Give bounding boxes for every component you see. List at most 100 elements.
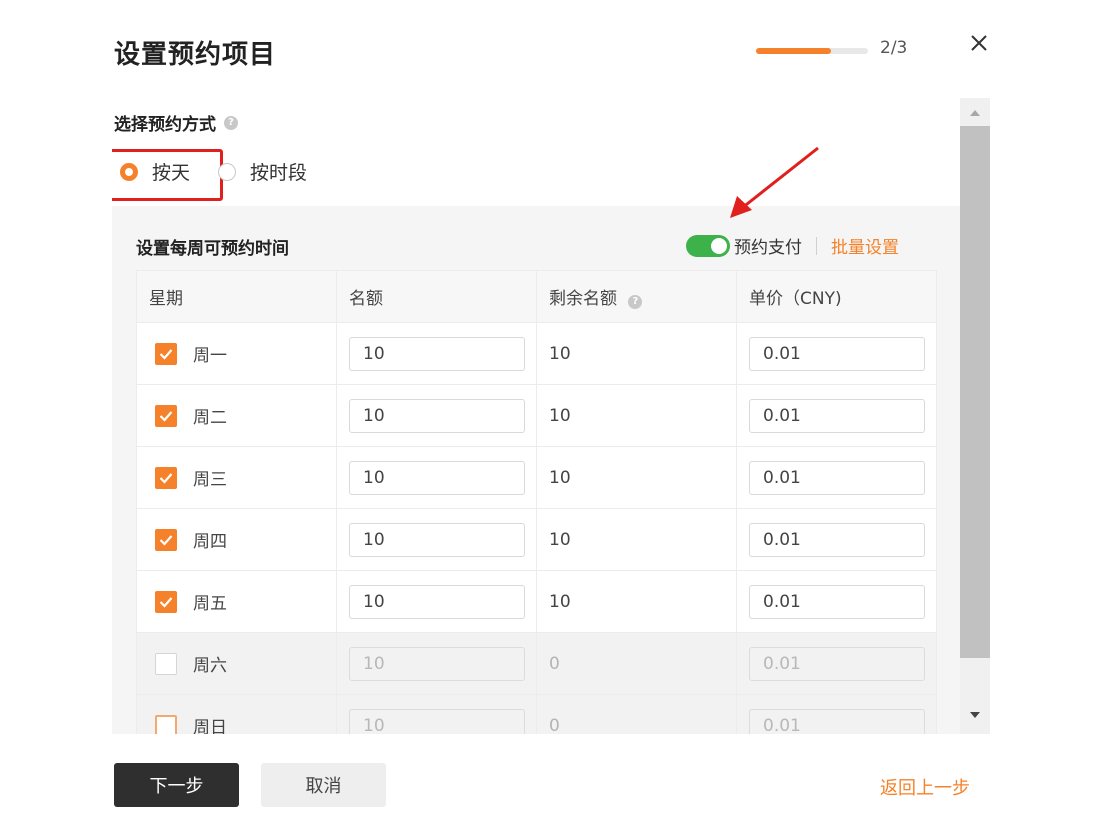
- day-cell-content: 周二: [149, 403, 336, 428]
- quota-cell: 10: [336, 322, 537, 385]
- dialog-title: 设置预约项目: [114, 40, 277, 70]
- remaining-cell: 10: [536, 508, 737, 571]
- price-input: 0.01: [749, 646, 925, 681]
- step-progress-fill: [756, 48, 832, 54]
- checkbox-checked-icon[interactable]: [155, 528, 177, 551]
- day-label: 周二: [193, 408, 227, 428]
- scroll-down-icon[interactable]: [970, 712, 980, 718]
- quota-cell: 10: [336, 384, 537, 447]
- column-header-remaining-text: 剩余名额: [549, 289, 617, 309]
- day-cell-content: 周四: [149, 527, 336, 552]
- table-row: 周二 10 10 0.01: [136, 384, 937, 447]
- step-progress-bar: [756, 48, 868, 54]
- radio-by-day[interactable]: 按天: [120, 158, 190, 185]
- weekly-schedule-panel: 设置每周可预约时间 预约支付 批量设置 星期 名额 剩余名额 ? 单价（CNY)…: [112, 206, 960, 734]
- quota-cell: 10: [336, 446, 537, 509]
- price-cell: 0.01: [736, 384, 937, 447]
- day-cell: 周三: [136, 446, 337, 509]
- scroll-up-icon[interactable]: [970, 110, 980, 116]
- divider: [816, 236, 817, 255]
- price-input[interactable]: 0.01: [749, 398, 925, 433]
- radio-by-timeslot-label: 按时段: [250, 162, 308, 184]
- checkbox-checked-icon[interactable]: [155, 404, 177, 427]
- day-label: 周五: [193, 594, 227, 614]
- column-header-quota: 名额: [336, 270, 537, 323]
- column-header-price: 单价（CNY): [736, 270, 937, 323]
- table-row: 周五 10 10 0.01: [136, 570, 937, 633]
- quota-cell: 10: [336, 632, 537, 695]
- quota-cell: 10: [336, 694, 537, 734]
- booking-mode-radio-group: 按天 按时段: [120, 158, 307, 185]
- step-indicator: 2/3: [880, 38, 908, 58]
- table-row: 周六 10 0 0.01: [136, 632, 937, 695]
- close-icon[interactable]: [966, 30, 992, 56]
- day-label: 周四: [193, 532, 227, 552]
- table-header-row: 星期 名额 剩余名额 ? 单价（CNY): [136, 270, 937, 323]
- booking-mode-label: 选择预约方式 ?: [114, 110, 238, 135]
- price-cell: 0.01: [736, 322, 937, 385]
- price-cell: 0.01: [736, 694, 937, 734]
- day-cell-content: 周一: [149, 341, 336, 366]
- next-step-button[interactable]: 下一步: [114, 763, 239, 807]
- checkbox-unchecked-icon[interactable]: [155, 714, 177, 734]
- table-row: 周三 10 10 0.01: [136, 446, 937, 509]
- checkbox-checked-icon[interactable]: [155, 466, 177, 489]
- quota-input[interactable]: 10: [349, 398, 525, 433]
- price-input[interactable]: 0.01: [749, 460, 925, 495]
- checkbox-unchecked-icon[interactable]: [155, 652, 177, 675]
- day-cell-content: 周六: [149, 651, 336, 676]
- scroll-thumb[interactable]: [960, 126, 990, 658]
- booking-mode-label-text: 选择预约方式: [114, 115, 216, 135]
- help-icon[interactable]: ?: [628, 294, 643, 309]
- remaining-cell: 10: [536, 446, 737, 509]
- checkbox-checked-icon[interactable]: [155, 590, 177, 613]
- help-icon[interactable]: ?: [224, 115, 238, 130]
- quota-cell: 10: [336, 570, 537, 633]
- day-label: 周一: [193, 346, 227, 366]
- day-cell: 周日: [136, 694, 337, 734]
- price-cell: 0.01: [736, 570, 937, 633]
- price-input: 0.01: [749, 708, 925, 734]
- cancel-button[interactable]: 取消: [261, 763, 386, 807]
- table-row: 周一 10 10 0.01: [136, 322, 937, 385]
- column-header-day: 星期: [136, 270, 337, 323]
- day-cell: 周六: [136, 632, 337, 695]
- batch-settings-link[interactable]: 批量设置: [831, 233, 899, 258]
- day-cell-content: 周日: [149, 713, 336, 734]
- radio-checked-icon[interactable]: [120, 162, 138, 181]
- payment-toggle[interactable]: [686, 234, 730, 257]
- day-cell: 周四: [136, 508, 337, 571]
- payment-toggle-group: 预约支付 批量设置: [686, 233, 899, 258]
- quota-input[interactable]: 10: [349, 584, 525, 619]
- day-cell: 周一: [136, 322, 337, 385]
- day-cell-content: 周五: [149, 589, 336, 614]
- radio-unchecked-icon[interactable]: [218, 162, 237, 181]
- price-input[interactable]: 0.01: [749, 336, 925, 371]
- day-label: 周日: [193, 718, 227, 734]
- payment-toggle-label: 预约支付: [734, 238, 802, 258]
- quota-input[interactable]: 10: [349, 460, 525, 495]
- radio-by-timeslot[interactable]: 按时段: [218, 158, 307, 185]
- day-cell: 周五: [136, 570, 337, 633]
- column-header-remaining: 剩余名额 ?: [536, 270, 737, 323]
- day-label: 周三: [193, 470, 227, 490]
- quota-cell: 10: [336, 508, 537, 571]
- checkbox-checked-icon[interactable]: [155, 342, 177, 365]
- vertical-scrollbar[interactable]: [960, 98, 990, 734]
- day-label: 周六: [193, 656, 227, 676]
- radio-by-day-label: 按天: [152, 162, 191, 184]
- remaining-cell: 10: [536, 322, 737, 385]
- weekly-table: 星期 名额 剩余名额 ? 单价（CNY) 周一 10 10 0.01 周二 10…: [136, 270, 937, 734]
- price-cell: 0.01: [736, 446, 937, 509]
- remaining-cell: 0: [536, 694, 737, 734]
- price-cell: 0.01: [736, 632, 937, 695]
- price-cell: 0.01: [736, 508, 937, 571]
- quota-input[interactable]: 10: [349, 336, 525, 371]
- quota-input: 10: [349, 708, 525, 734]
- price-input[interactable]: 0.01: [749, 584, 925, 619]
- table-row: 周日 10 0 0.01: [136, 694, 937, 734]
- quota-input[interactable]: 10: [349, 522, 525, 557]
- day-cell-content: 周三: [149, 465, 336, 490]
- price-input[interactable]: 0.01: [749, 522, 925, 557]
- back-link[interactable]: 返回上一步: [880, 774, 970, 800]
